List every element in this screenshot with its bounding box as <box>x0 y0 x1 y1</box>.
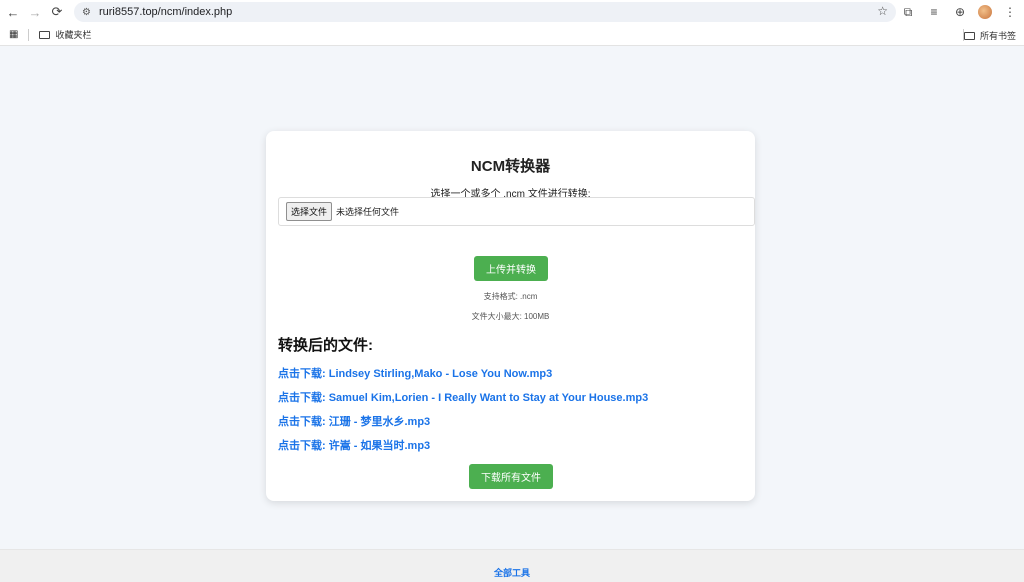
reload-icon[interactable]: ⟳ <box>46 1 68 23</box>
back-arrow-icon[interactable]: ← <box>2 1 24 23</box>
all-tools-link[interactable]: 全部工具 <box>0 566 1024 579</box>
download-all-button[interactable]: 下载所有文件 <box>469 464 553 489</box>
download-link[interactable]: 点击下载: 江珊 - 梦里水乡.mp3 <box>278 413 430 429</box>
footer: 全部工具 <box>0 549 1024 582</box>
download-icon[interactable]: ⊕ <box>952 5 968 19</box>
file-status: 未选择任何文件 <box>336 207 400 217</box>
file-input-box: 选择文件 未选择任何文件 <box>278 197 755 226</box>
upload-convert-button[interactable]: 上传并转换 <box>474 256 548 281</box>
page-title: NCM转换器 <box>470 158 551 175</box>
profile-avatar[interactable] <box>978 5 992 19</box>
bookmarks-bar: ▦ 收藏夹栏 所有书签 <box>0 24 1024 46</box>
size-info: 文件大小最大: 100MB <box>471 312 550 321</box>
bookmark-folder[interactable]: 收藏夹栏 <box>39 28 91 41</box>
bookmark-folder-label: 收藏夹栏 <box>55 30 92 40</box>
converter-card: NCM转换器 选择一个或多个 .ncm 文件进行转换: 选择文件 未选择任何文件… <box>266 131 755 501</box>
bookmark-divider <box>28 28 30 41</box>
apps-grid-icon[interactable]: ▦ <box>9 29 18 40</box>
menu-dots-icon[interactable]: ⋮ <box>1002 5 1018 19</box>
folder-icon <box>963 31 975 40</box>
extensions-icon[interactable]: ⧉ <box>900 5 916 20</box>
url-text: ruri8557.top/ncm/index.php <box>98 6 233 18</box>
results-title: 转换后的文件: <box>278 337 373 354</box>
all-bookmarks[interactable]: 所有书签 <box>963 29 1016 42</box>
choose-file-button[interactable]: 选择文件 <box>286 202 333 221</box>
format-info: 支持格式: .ncm <box>483 292 538 301</box>
media-control-icon[interactable]: ≡ <box>926 5 942 19</box>
download-link[interactable]: 点击下载: Samuel Kim,Lorien - I Really Want … <box>278 389 648 405</box>
bookmark-star-icon[interactable]: ☆ <box>877 4 888 18</box>
forward-arrow-icon[interactable]: → <box>24 1 46 23</box>
download-link[interactable]: 点击下载: Lindsey Stirling,Mako - Lose You N… <box>278 365 552 381</box>
address-bar[interactable]: ⚙ ruri8557.top/ncm/index.php ☆ <box>74 2 896 22</box>
site-info-icon[interactable]: ⚙ <box>82 7 91 18</box>
browser-toolbar: ← → ⟳ ⚙ ruri8557.top/ncm/index.php ☆ ⧉ ≡… <box>0 0 1024 24</box>
download-link[interactable]: 点击下载: 许嵩 - 如果当时.mp3 <box>278 437 430 453</box>
browser-actions: ⧉ ≡ ⊕ ⋮ <box>900 0 1018 24</box>
all-bookmarks-label: 所有书签 <box>979 31 1016 41</box>
folder-icon <box>39 30 51 39</box>
